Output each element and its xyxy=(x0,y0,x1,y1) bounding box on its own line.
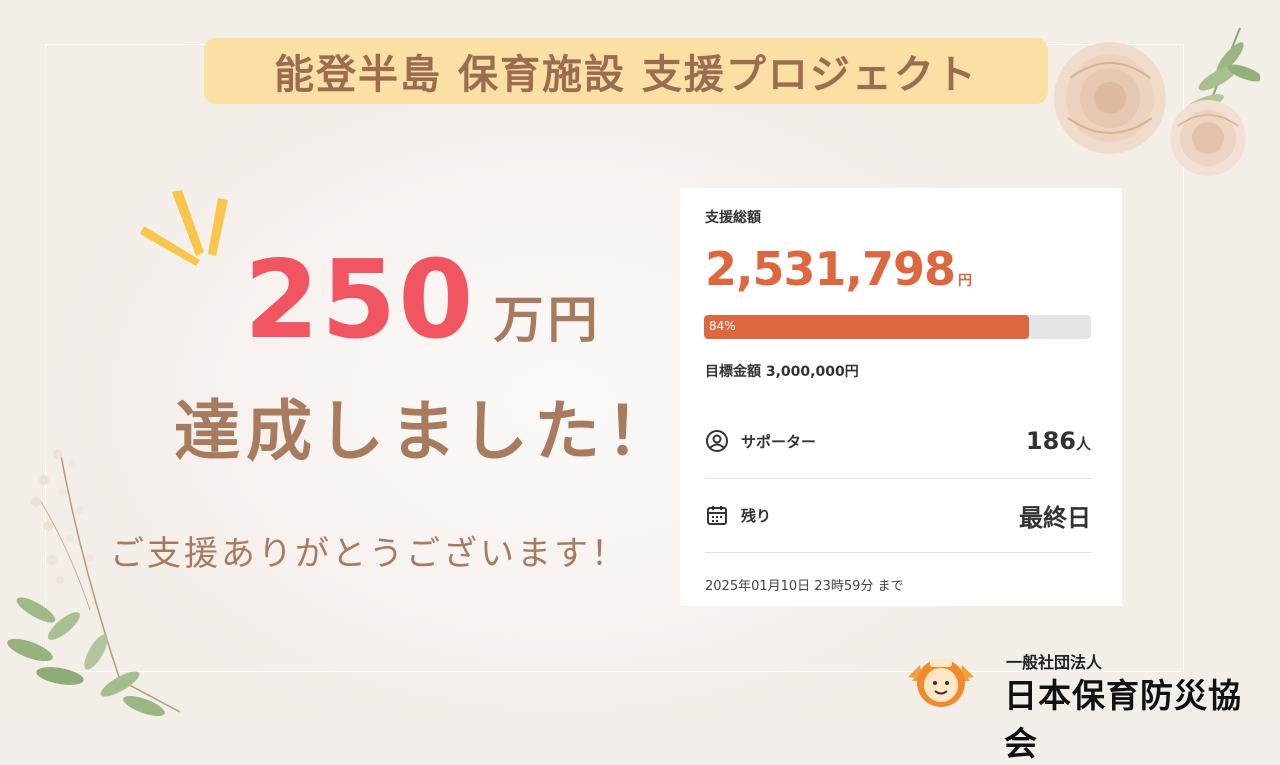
user-circle-icon xyxy=(706,430,728,452)
burst-rays-icon xyxy=(140,190,228,266)
total-amount-value: 2,531,798 xyxy=(705,242,956,296)
achievement-number: 250 xyxy=(244,238,476,363)
supporters-unit: 人 xyxy=(1075,435,1091,453)
deadline-text: 2025年01月10日 23時59分 まで xyxy=(705,579,904,594)
calendar-icon xyxy=(707,506,727,525)
supporters-label: サポーター xyxy=(741,432,817,451)
achieved-text: 達成しました！ xyxy=(174,393,678,470)
funding-card: 支援総額 2,531,798 円 84% 目標金額 3,000,000円 サポー… xyxy=(680,188,1122,606)
progress-bar: 84% xyxy=(704,315,1091,339)
flower-branch-icon xyxy=(7,449,181,716)
supporters-count-value: 186 xyxy=(1025,427,1076,455)
achievement-amount: 250 万円 xyxy=(244,238,602,363)
remaining-value: 最終日 xyxy=(1019,503,1091,532)
target-amount: 目標金額 3,000,000円 xyxy=(705,364,859,380)
rose-decoration-icon xyxy=(1054,27,1260,176)
total-amount-unit: 円 xyxy=(958,273,972,289)
supporters-row: サポーター 186人 xyxy=(705,404,1091,479)
page-title: 能登半島 保育施設 支援プロジェクト xyxy=(204,38,1048,104)
total-amount: 2,531,798 円 xyxy=(705,242,972,296)
organization-name: 日本保育防災協会 xyxy=(1004,676,1242,763)
achievement-unit: 万円 xyxy=(493,291,602,349)
total-label: 支援総額 xyxy=(705,210,761,226)
thanks-text: ご支援ありがとうございます！ xyxy=(110,534,628,574)
remaining-label: 残り xyxy=(741,506,772,525)
progress-fill xyxy=(704,315,1030,339)
progress-percent: 84% xyxy=(709,319,736,333)
organization: 一般社団法人 日本保育防災協会 xyxy=(906,645,1256,763)
supporters-count: 186人 xyxy=(1026,427,1091,455)
remaining-row: 残り 最終日 xyxy=(705,478,1091,553)
organization-logo-icon xyxy=(908,659,974,707)
